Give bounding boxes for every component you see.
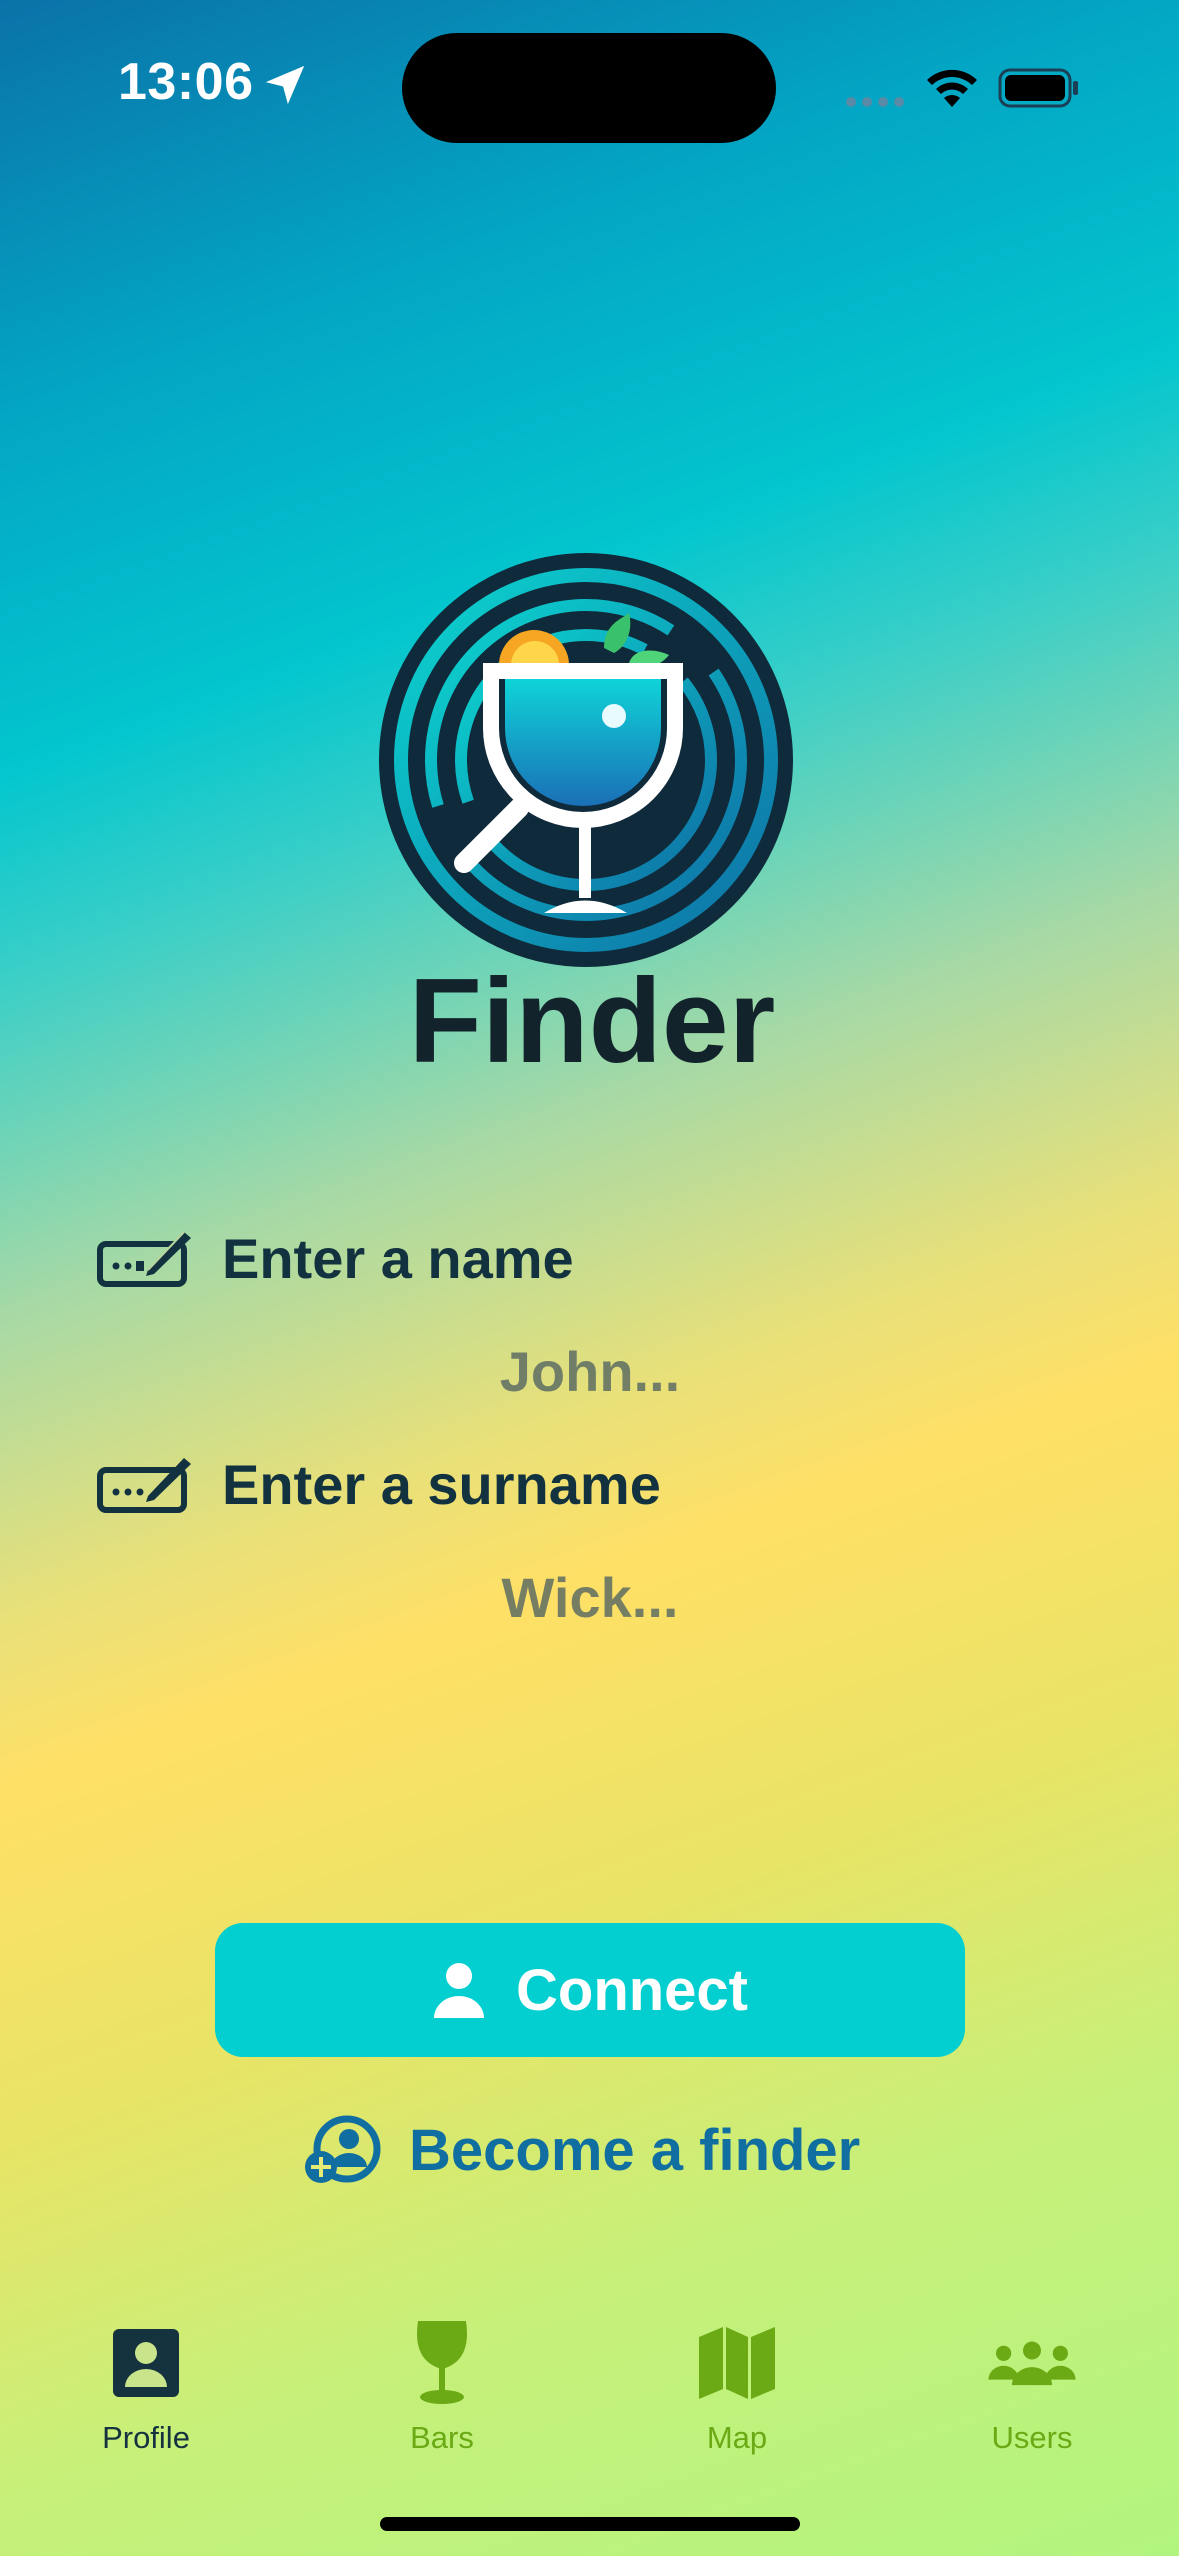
person-card-icon — [113, 2329, 179, 2397]
tab-label: Profile — [102, 2420, 190, 2455]
name-input[interactable] — [340, 1336, 840, 1406]
name-label: Enter a name — [222, 1227, 574, 1290]
svg-text:Finder: Finder — [409, 954, 776, 1088]
finder-logo-icon — [379, 553, 793, 967]
tab-bars[interactable]: Bars — [342, 2318, 542, 2456]
location-arrow-icon — [265, 65, 305, 105]
home-indicator[interactable] — [380, 2517, 800, 2531]
wine-glass-icon — [417, 2321, 467, 2404]
status-time: 13:06 — [118, 53, 254, 111]
person-add-icon — [305, 2115, 381, 2183]
person-icon — [434, 1963, 484, 2018]
finder-wordmark: Finder — [409, 954, 776, 1088]
people-icon — [988, 2341, 1076, 2386]
connect-button[interactable]: Connect — [215, 1923, 965, 2057]
become-finder-label: Become a finder — [409, 2117, 861, 2183]
become-finder-button[interactable]: Become a finder — [305, 2112, 860, 2188]
surname-label: Enter a surname — [222, 1453, 661, 1516]
battery-icon — [998, 68, 1078, 108]
tab-users[interactable]: Users — [932, 2318, 1132, 2456]
signature-edit-icon — [97, 1458, 191, 1513]
wifi-icon — [927, 69, 977, 107]
dynamic-island — [402, 33, 776, 143]
tab-map[interactable]: Map — [637, 2318, 837, 2456]
signature-edit-icon — [97, 1231, 191, 1287]
map-icon — [699, 2327, 775, 2399]
surname-input[interactable] — [340, 1562, 840, 1632]
connect-label: Connect — [516, 1957, 748, 2023]
tab-profile[interactable]: Profile — [46, 2318, 246, 2456]
cellular-signal-icon — [846, 97, 904, 107]
tab-label: Users — [991, 2420, 1073, 2455]
tab-label: Map — [706, 2420, 768, 2455]
tab-label: Bars — [410, 2420, 474, 2455]
